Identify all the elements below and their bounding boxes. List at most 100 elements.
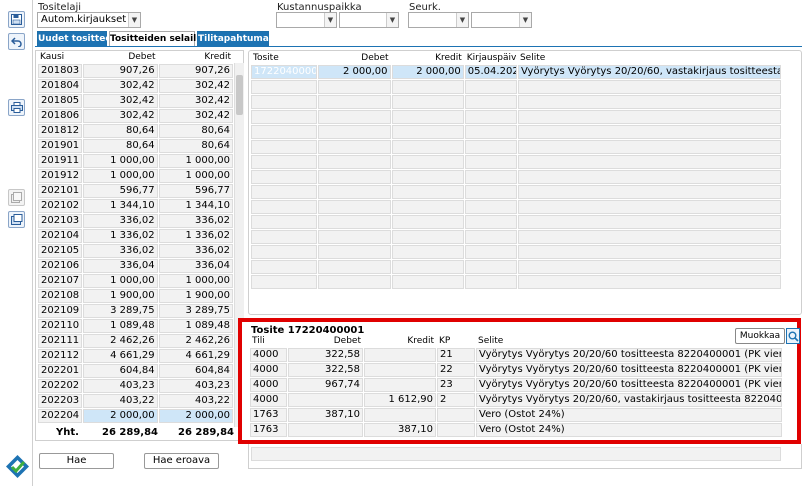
detail-row[interactable]: 1763 387,10 Vero (Ostot 24%) <box>250 423 782 437</box>
debet-header[interactable]: Debet <box>83 52 157 63</box>
tosite-row[interactable] <box>251 110 781 124</box>
kausi-row[interactable]: 201911 1 000,00 1 000,00 <box>38 154 233 168</box>
selite-cell <box>517 185 781 199</box>
tosite-row[interactable] <box>251 185 781 199</box>
kredit-cell: 336,02 <box>158 244 233 258</box>
tili-cell: 4000 <box>250 363 287 377</box>
tosite-row[interactable] <box>251 275 781 289</box>
kausi-row[interactable]: 202110 1 089,48 1 089,48 <box>38 319 233 333</box>
tosite-row[interactable] <box>251 155 781 169</box>
kausi-row[interactable]: 202101 596,77 596,77 <box>38 184 233 198</box>
kausi-row[interactable]: 202103 336,02 336,02 <box>38 214 233 228</box>
tosite-row[interactable] <box>251 95 781 109</box>
tosite-cell <box>251 260 318 274</box>
kredit-cell <box>391 200 464 214</box>
kredit-cell <box>391 140 464 154</box>
kausi-row[interactable]: 201912 1 000,00 1 000,00 <box>38 169 233 183</box>
kirjauspaiva-cell: 05.04.2022 <box>464 65 517 79</box>
save-icon[interactable] <box>8 11 25 28</box>
kp-header[interactable]: KP <box>437 336 475 347</box>
kirjauspaiva-cell <box>464 80 517 94</box>
detail-row[interactable]: 4000 967,74 23 Vyörytys Vyörytys 20/20/60 t… <box>250 378 782 392</box>
tosite-row[interactable] <box>251 230 781 244</box>
kausi-row[interactable]: 202104 1 336,02 1 336,02 <box>38 229 233 243</box>
kausi-header[interactable]: Kausi <box>38 52 82 63</box>
selite-header[interactable]: Selite <box>476 336 782 347</box>
tosite-row[interactable] <box>251 170 781 184</box>
kausi-row[interactable]: 202102 1 344,10 1 344,10 <box>38 199 233 213</box>
tosite-row[interactable] <box>251 260 781 274</box>
tosite-row[interactable] <box>251 245 781 259</box>
selite-cell: Vyörytys Vyörytys 20/20/60 tositteesta 8… <box>476 363 782 377</box>
kausi-row[interactable]: 201806 302,42 302,42 <box>38 109 233 123</box>
kausi-cell: 202103 <box>38 214 83 228</box>
seurk-select-1[interactable]: ▼ <box>408 12 469 28</box>
detail-row[interactable]: 4000 322,58 21 Vyörytys Vyörytys 20/20/60 t… <box>250 348 782 362</box>
tosite-header[interactable]: Tosite <box>251 53 317 64</box>
kausi-row[interactable]: 202111 2 462,26 2 462,26 <box>38 334 233 348</box>
hae-button[interactable]: Hae <box>39 453 114 469</box>
tosite-row[interactable]: 172204000012 000,002 000,0005.04.2022Vyö… <box>251 65 781 79</box>
tab-uudet-tositteet[interactable]: Uudet tositteet <box>37 31 116 47</box>
kredit-header[interactable]: Kredit <box>364 336 436 347</box>
kausi-row[interactable]: 202106 336,04 336,04 <box>38 259 233 273</box>
debet-header[interactable]: Debet <box>288 336 363 347</box>
kausi-row[interactable]: 202203 403,22 403,22 <box>38 394 233 408</box>
scrollbar-thumb[interactable] <box>236 75 243 115</box>
debet-cell <box>318 80 391 94</box>
kausi-row[interactable]: 201804 302,42 302,42 <box>38 79 233 93</box>
kredit-cell: 2 000,00 <box>158 409 233 423</box>
tosite-row[interactable] <box>251 80 781 94</box>
hae-eroava-button[interactable]: Hae eroava <box>144 453 219 469</box>
kausi-row[interactable]: 202107 1 000,00 1 000,00 <box>38 274 233 288</box>
selite-cell <box>517 95 781 109</box>
undo-icon[interactable] <box>8 33 25 50</box>
tili-header[interactable]: Tili <box>250 336 287 347</box>
kausi-row[interactable]: 201803 907,26 907,26 <box>38 64 233 78</box>
kausi-row[interactable]: 202201 604,84 604,84 <box>38 364 233 378</box>
selite-header[interactable]: Selite <box>518 53 781 64</box>
debet-cell: 336,04 <box>83 259 158 273</box>
seurk-select-2[interactable]: ▼ <box>471 12 532 28</box>
kredit-cell <box>391 110 464 124</box>
detail-row[interactable]: 4000 1 612,90 2 Vyörytys Vyörytys 20/20/60,… <box>250 393 782 407</box>
detail-row[interactable]: 4000 322,58 22 Vyörytys Vyörytys 20/20/60 t… <box>250 363 782 377</box>
selite-cell: Vero (Ostot 24%) <box>476 408 782 422</box>
kredit-header[interactable]: Kredit <box>392 53 464 64</box>
tositelaji-select[interactable]: Autom.kirjaukset ▼ <box>37 12 141 28</box>
kausi-row[interactable]: 202108 1 900,00 1 900,00 <box>38 289 233 303</box>
kausi-row[interactable]: 201805 302,42 302,42 <box>38 94 233 108</box>
kustannuspaikka-select-1[interactable]: ▼ <box>276 12 337 28</box>
new-document-icon[interactable] <box>8 211 25 228</box>
tosite-row[interactable] <box>251 215 781 229</box>
debet-cell: 336,02 <box>83 244 158 258</box>
kausi-row[interactable]: 202112 4 661,29 4 661,29 <box>38 349 233 363</box>
debet-header[interactable]: Debet <box>318 53 390 64</box>
kausi-row[interactable]: 202109 3 289,75 3 289,75 <box>38 304 233 318</box>
tosite-row[interactable] <box>251 125 781 139</box>
kausi-row[interactable]: 202202 403,23 403,23 <box>38 379 233 393</box>
kausi-row[interactable]: 202105 336,02 336,02 <box>38 244 233 258</box>
kirjauspaiva-cell <box>464 215 517 229</box>
print-icon[interactable] <box>8 99 25 116</box>
kredit-header[interactable]: Kredit <box>159 52 233 63</box>
detail-row[interactable]: 1763 387,10 Vero (Ostot 24%) <box>250 408 782 422</box>
tab-tositteiden-selailu[interactable]: Tositteiden selailu <box>109 31 203 47</box>
kredit-cell <box>364 378 436 392</box>
kirjauspaiva-header[interactable]: Kirjauspäivä <box>465 53 517 64</box>
kausi-cell: 202203 <box>38 394 83 408</box>
empty-row[interactable] <box>251 447 781 461</box>
debet-cell <box>318 125 391 139</box>
tosite-row[interactable] <box>251 140 781 154</box>
tab-tilitapahtumat[interactable]: Tilitapahtumat <box>197 31 273 47</box>
kausi-row[interactable]: 201901 80,64 80,64 <box>38 139 233 153</box>
copy-icon[interactable] <box>8 189 25 206</box>
tosite-row[interactable] <box>251 200 781 214</box>
kustannuspaikka-select-2[interactable]: ▼ <box>339 12 399 28</box>
kausi-row[interactable]: 201812 80,64 80,64 <box>38 124 233 138</box>
debet-cell: 1 000,00 <box>83 169 158 183</box>
kredit-cell: 302,42 <box>158 94 233 108</box>
kredit-cell <box>364 363 436 377</box>
search-icon[interactable] <box>786 328 800 344</box>
kausi-row[interactable]: 202204 2 000,00 2 000,00 <box>38 409 233 423</box>
